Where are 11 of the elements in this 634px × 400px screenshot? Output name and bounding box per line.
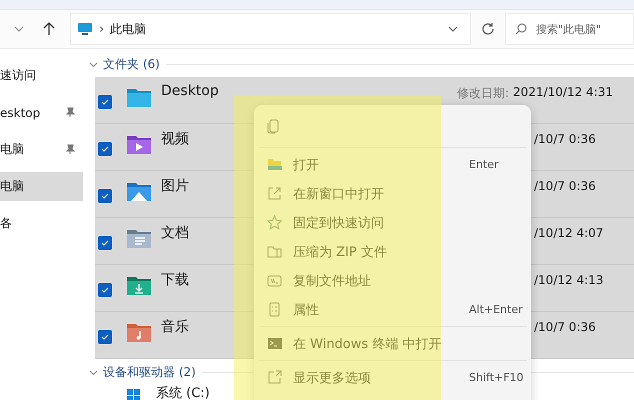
modified-date: /10/12 4:13: [534, 273, 604, 287]
modified-date: /10/7 0:36: [534, 179, 596, 193]
shortcut-hint: Enter: [469, 158, 499, 171]
breadcrumb-separator: ›: [99, 22, 104, 36]
modified-date: /10/12 4:07: [534, 226, 604, 240]
modified-date: /10/7 0:36: [534, 320, 596, 334]
shortcut-hint: Shift+F10: [469, 371, 524, 384]
date-label: 修改日期:: [457, 85, 510, 102]
modified-date: 2021/10/12 4:31: [513, 85, 613, 101]
modified-date: /10/7 0:36: [534, 132, 596, 146]
shortcut-hint: Alt+Enter: [469, 303, 523, 316]
